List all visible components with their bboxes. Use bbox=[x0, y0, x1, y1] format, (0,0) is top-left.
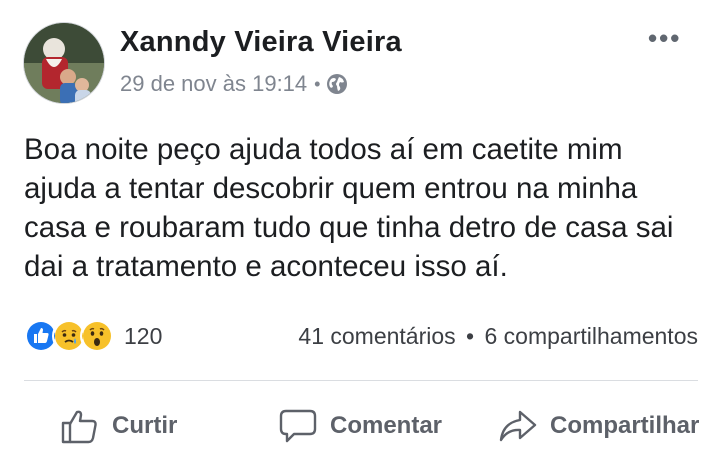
post-text: Boa noite peço ajuda todos aí em caetite… bbox=[24, 133, 674, 283]
more-options-button[interactable]: ••• bbox=[648, 25, 681, 51]
like-label: Curtir bbox=[112, 412, 178, 439]
like-button[interactable]: Curtir bbox=[60, 406, 177, 446]
post-timestamp[interactable]: 29 de nov às 19:14 bbox=[120, 71, 307, 97]
author-name[interactable]: Xanndy Vieira Vieira bbox=[120, 26, 402, 59]
comment-bubble-icon bbox=[279, 409, 317, 443]
comment-button[interactable]: Comentar bbox=[278, 406, 442, 446]
reactions-summary[interactable]: 120 bbox=[24, 319, 162, 353]
post-action-bar: Curtir Comentar Compartilhar bbox=[24, 398, 714, 454]
avatar-photo bbox=[24, 23, 104, 103]
author-avatar[interactable] bbox=[23, 22, 105, 104]
post-meta: 29 de nov às 19:14 • bbox=[120, 71, 348, 97]
share-arrow-icon bbox=[499, 410, 537, 442]
counts-separator: • bbox=[466, 322, 475, 349]
share-button[interactable]: Compartilhar bbox=[498, 406, 699, 446]
actions-divider bbox=[24, 380, 698, 381]
post-stats: 120 41 comentários • 6 compartilhamentos bbox=[24, 316, 698, 356]
thumbs-up-icon bbox=[61, 410, 97, 444]
meta-separator: • bbox=[314, 73, 321, 94]
share-label: Compartilhar bbox=[550, 412, 700, 439]
shares-count[interactable]: 6 compartilhamentos bbox=[485, 323, 699, 349]
reaction-count: 120 bbox=[124, 322, 163, 349]
comments-count[interactable]: 41 comentários bbox=[298, 323, 455, 349]
globe-icon bbox=[326, 73, 348, 95]
engagement-counts: 41 comentários • 6 compartilhamentos bbox=[298, 323, 698, 350]
comment-label: Comentar bbox=[330, 412, 443, 439]
wow-reaction-icon bbox=[80, 319, 114, 353]
